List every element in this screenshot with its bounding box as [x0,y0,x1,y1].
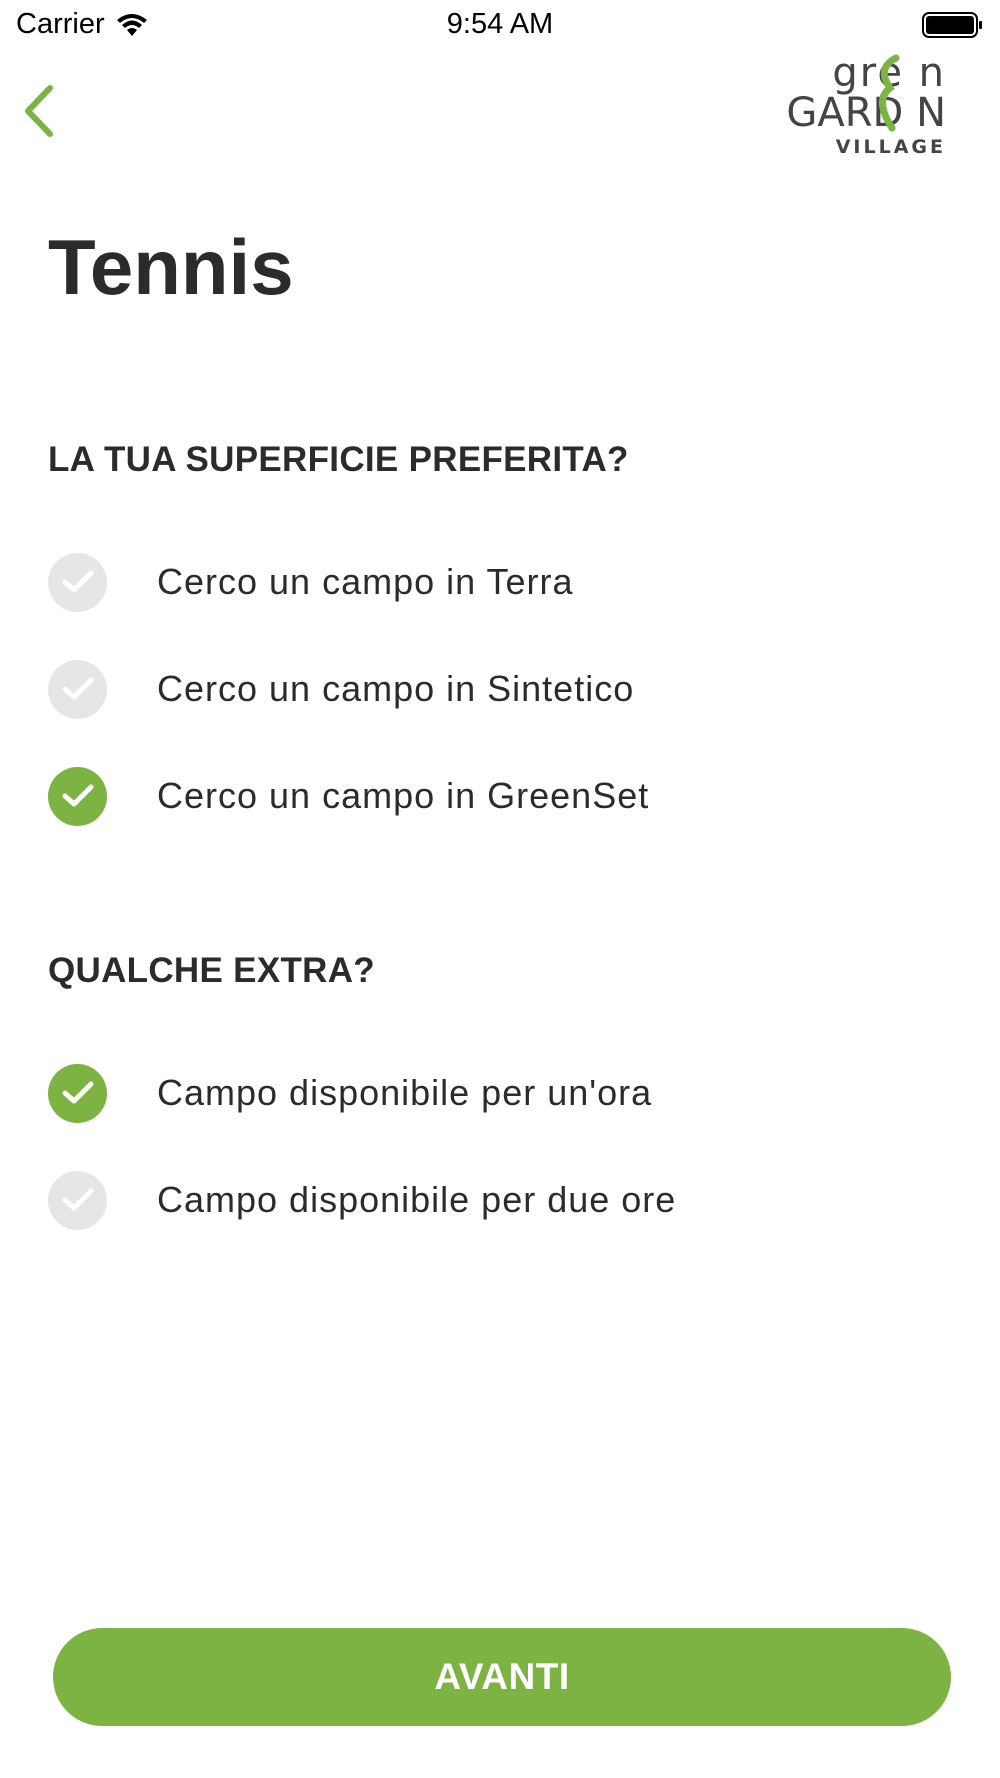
checkmark-icon [48,552,107,612]
option-label: Cerco un campo in Terra [157,561,574,602]
option-label: Cerco un campo in GreenSet [157,775,650,816]
option-one-hour[interactable]: Campo disponibile per un'ora [48,1063,948,1123]
option-greenset[interactable]: Cerco un campo in GreenSet [48,766,948,826]
option-sintetico[interactable]: Cerco un campo in Sintetico [48,659,948,719]
status-time: 9:54 AM [446,8,554,40]
checkmark-icon [48,1170,107,1230]
logo-leaf-mark [879,54,900,132]
chevron-left-icon[interactable] [20,84,60,138]
checkmark-icon [48,659,107,719]
option-label: Campo disponibile per un'ora [157,1072,653,1113]
option-label: Cerco un campo in Sintetico [157,668,635,709]
option-terra[interactable]: Cerco un campo in Terra [48,552,948,612]
battery-icon [922,12,982,38]
option-label: Campo disponibile per due ore [157,1179,677,1220]
option-two-hours[interactable]: Campo disponibile per due ore [48,1170,948,1230]
logo-line2: GARD N [786,90,946,136]
section-title-surface: LA TUA SUPERFICIE PREFERITA? [48,440,629,479]
avanti-button[interactable]: AVANTI [53,1628,951,1726]
green-garden-village-logo: gre n GARD N VILLAGE [771,50,946,160]
logo-line3: VILLAGE [835,136,946,158]
checkmark-icon [48,766,107,826]
page-title: Tennis [48,223,294,311]
checkmark-icon [48,1063,107,1123]
section-title-extra: QUALCHE EXTRA? [48,951,375,990]
